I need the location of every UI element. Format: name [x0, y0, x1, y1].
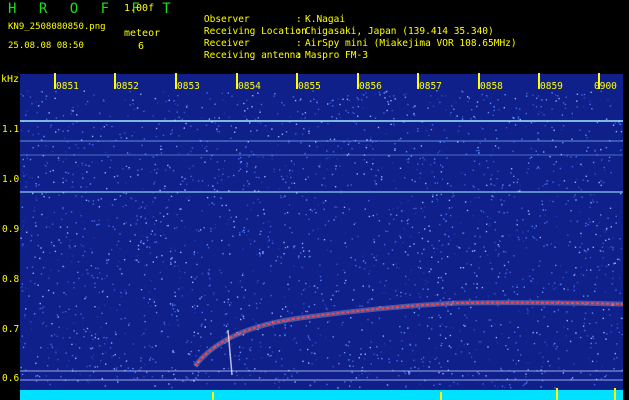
y-tick-label: 0.8 [2, 274, 20, 285]
x-tick-label: 0900 [594, 81, 617, 92]
y-axis-unit: kHz [1, 74, 20, 85]
x-tick-label: 0856 [359, 81, 382, 92]
y-tick-label: 0.7 [2, 324, 20, 335]
signal-baseline [20, 390, 623, 400]
y-tick-label: 0.9 [2, 224, 20, 235]
x-tick-label: 0853 [177, 81, 200, 92]
x-tick-label: 0857 [419, 81, 442, 92]
y-tick-label: 1.0 [2, 174, 20, 185]
x-tick-label: 0859 [540, 81, 563, 92]
x-tick-label: 0854 [238, 81, 261, 92]
x-tick-label: 0851 [56, 81, 79, 92]
y-tick-label: 0.6 [2, 373, 20, 384]
y-tick-label: 1.1 [2, 124, 20, 135]
x-tick-label: 0852 [116, 81, 139, 92]
x-tick-label: 0855 [298, 81, 321, 92]
spectrogram-view[interactable] [0, 0, 629, 400]
x-tick-label: 0858 [480, 81, 503, 92]
